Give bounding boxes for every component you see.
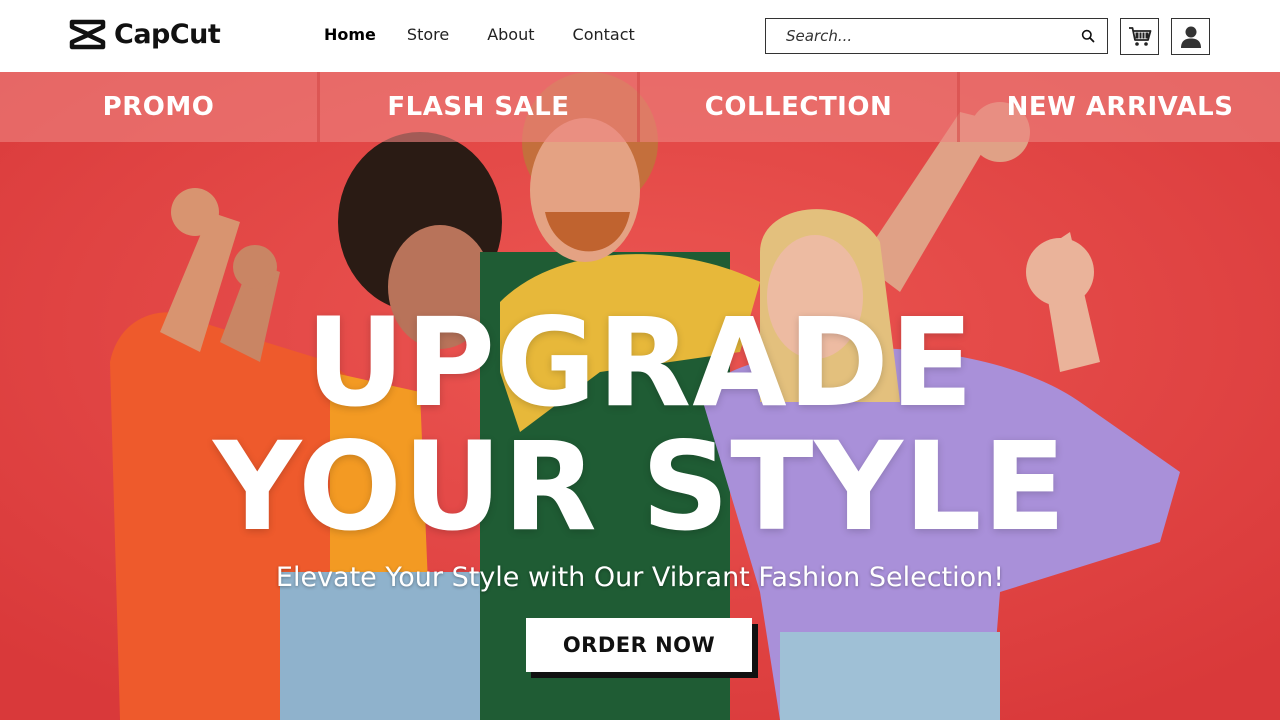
category-flash-sale[interactable]: FLASH SALE bbox=[320, 72, 640, 142]
cart-button[interactable] bbox=[1120, 18, 1159, 55]
capcut-logo-icon bbox=[69, 19, 106, 50]
site-header: CapCut Home Store About Contact bbox=[0, 0, 1280, 72]
search-icon[interactable] bbox=[1081, 29, 1095, 43]
nav-about-link[interactable]: About bbox=[487, 24, 534, 46]
nav-contact-link[interactable]: Contact bbox=[573, 24, 635, 46]
brand-logo[interactable]: CapCut bbox=[69, 19, 221, 50]
category-collection[interactable]: COLLECTION bbox=[640, 72, 960, 142]
hero-banner: PROMO FLASH SALE COLLECTION NEW ARRIVALS… bbox=[0, 72, 1280, 720]
search-input[interactable] bbox=[786, 27, 1076, 45]
nav-store-link[interactable]: Store bbox=[407, 24, 449, 46]
hero-tagline: Elevate Your Style with Our Vibrant Fash… bbox=[275, 562, 1005, 593]
category-new-arrivals[interactable]: NEW ARRIVALS bbox=[960, 72, 1280, 142]
main-nav: Home Store About Contact bbox=[324, 24, 673, 46]
cart-icon bbox=[1128, 26, 1151, 46]
nav-home-link[interactable]: Home bbox=[324, 24, 376, 46]
hero-headline-line2: YOUR STYLE bbox=[213, 416, 1067, 558]
order-now-wrapper: ORDER NOW bbox=[526, 618, 758, 678]
hero-headline-line1: UPGRADE bbox=[305, 292, 975, 434]
brand-name: CapCut bbox=[114, 19, 221, 50]
account-button[interactable] bbox=[1171, 18, 1210, 55]
category-bar: PROMO FLASH SALE COLLECTION NEW ARRIVALS bbox=[0, 72, 1280, 142]
search-box bbox=[765, 18, 1108, 54]
category-promo[interactable]: PROMO bbox=[0, 72, 320, 142]
order-now-button[interactable]: ORDER NOW bbox=[526, 618, 752, 672]
user-icon bbox=[1180, 26, 1201, 48]
